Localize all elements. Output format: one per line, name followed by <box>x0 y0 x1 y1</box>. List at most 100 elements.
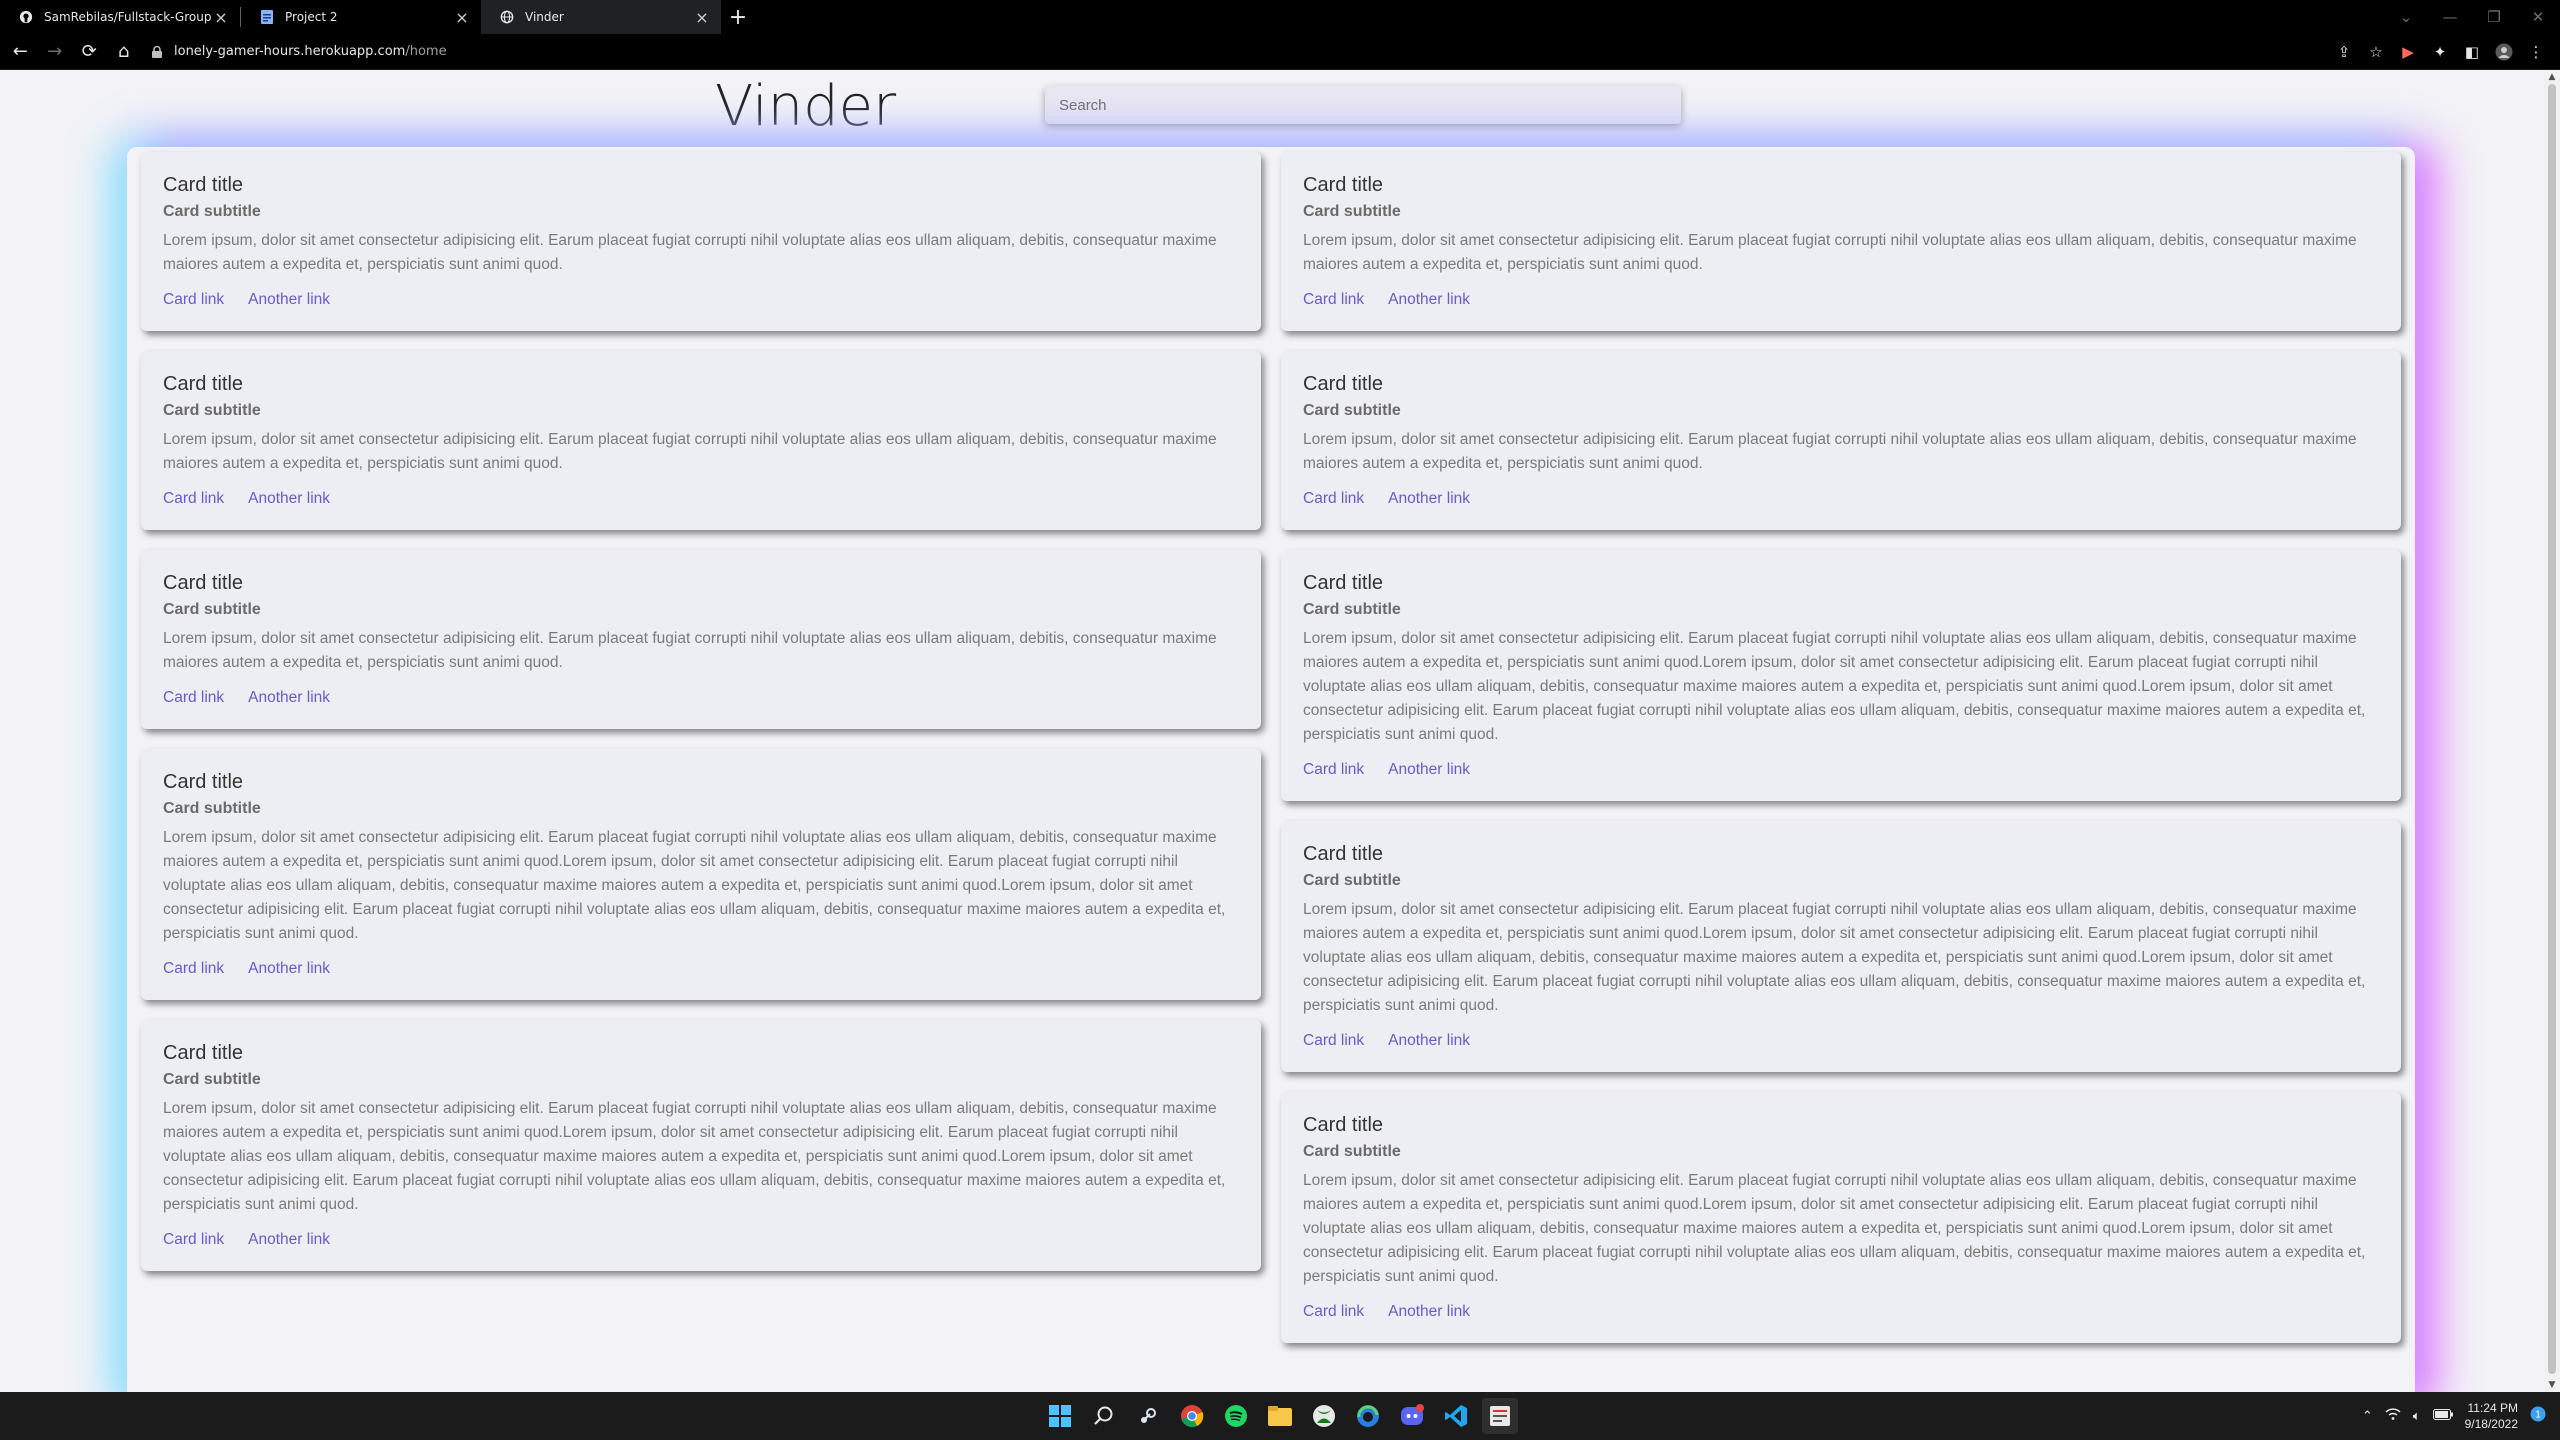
card-links: Card link Another link <box>1303 1303 2379 1321</box>
card-link[interactable]: Card link <box>1303 761 1364 779</box>
battery-icon[interactable] <box>2432 1408 2453 1424</box>
search-icon[interactable] <box>1086 1398 1122 1434</box>
scroll-up-icon[interactable]: ▲ <box>2547 72 2557 82</box>
card-title: Card title <box>163 572 244 594</box>
tab-project-2[interactable]: Project 2 × <box>241 0 481 34</box>
card: Card title Card subtitle Lorem ipsum, do… <box>141 1020 1261 1271</box>
card-column-right: Card title Card subtitle Lorem ipsum, do… <box>1281 152 2401 1392</box>
card-subtitle: Card subtitle <box>1303 402 1401 419</box>
notification-icon[interactable]: 1 <box>2530 1406 2546 1426</box>
share-icon[interactable]: ⇪ <box>2328 36 2360 68</box>
card-subtitle: Card subtitle <box>163 601 261 618</box>
card-link[interactable]: Card link <box>163 689 224 707</box>
system-clock[interactable]: 11:24 PM 9/18/2022 <box>2465 1400 2518 1432</box>
card-link[interactable]: Card link <box>1303 1303 1364 1321</box>
tab-label: Project 2 <box>285 10 338 24</box>
volume-icon[interactable]: 🔈︎ <box>2413 1409 2421 1424</box>
tab-label: Vinder <box>525 10 564 24</box>
side-panel-icon[interactable]: ◧ <box>2456 36 2488 68</box>
card-links: Card link Another link <box>163 960 1239 978</box>
scrollbar-thumb[interactable] <box>2548 84 2556 1374</box>
clock-time: 11:24 PM <box>2467 1401 2518 1415</box>
card-title: Card title <box>1303 1114 1384 1136</box>
close-icon[interactable]: × <box>212 8 230 27</box>
page-scrollbar[interactable]: ▲ ▼ <box>2544 70 2560 1392</box>
another-link[interactable]: Another link <box>1388 1032 1470 1050</box>
file-explorer-icon[interactable] <box>1262 1398 1298 1434</box>
chrome-icon[interactable] <box>1174 1398 1210 1434</box>
restore-icon[interactable]: ❐ <box>2472 0 2516 34</box>
card-title: Card title <box>1303 174 1384 196</box>
another-link[interactable]: Another link <box>248 490 330 508</box>
back-arrow-icon[interactable]: ← <box>6 36 35 68</box>
forward-arrow-icon[interactable]: → <box>41 36 70 68</box>
active-app-icon[interactable] <box>1482 1398 1518 1434</box>
extension-icon[interactable]: ▶ <box>2392 36 2424 68</box>
site-title: Vinder <box>715 74 897 139</box>
another-link[interactable]: Another link <box>248 689 330 707</box>
card: Card title Card subtitle Lorem ipsum, do… <box>1281 821 2401 1072</box>
card-subtitle: Card subtitle <box>1303 203 1401 220</box>
card-link[interactable]: Card link <box>1303 490 1364 508</box>
close-icon[interactable]: × <box>693 8 711 27</box>
reload-icon[interactable]: ⟳ <box>75 36 104 68</box>
chevron-down-icon[interactable]: ⌄ <box>2384 0 2428 34</box>
chevron-up-icon[interactable]: ⌃ <box>2362 1409 2373 1424</box>
docs-icon <box>259 9 275 25</box>
tab-vinder[interactable]: Vinder × <box>481 0 721 34</box>
discord-icon[interactable] <box>1394 1398 1430 1434</box>
minimize-icon[interactable]: — <box>2428 0 2472 34</box>
card-link[interactable]: Card link <box>163 960 224 978</box>
search-input[interactable] <box>1045 86 1681 124</box>
windows-start-icon[interactable] <box>1042 1398 1078 1434</box>
bookmark-star-icon[interactable]: ☆ <box>2360 36 2392 68</box>
another-link[interactable]: Another link <box>248 1231 330 1249</box>
card-subtitle: Card subtitle <box>163 402 261 419</box>
another-link[interactable]: Another link <box>1388 291 1470 309</box>
another-link[interactable]: Another link <box>248 960 330 978</box>
edge-icon[interactable] <box>1350 1398 1386 1434</box>
vscode-icon[interactable] <box>1438 1398 1474 1434</box>
steam-icon[interactable] <box>1130 1398 1166 1434</box>
card-text: Lorem ipsum, dolor sit amet consectetur … <box>1303 431 2357 472</box>
card-column-left: Card title Card subtitle Lorem ipsum, do… <box>141 152 1261 1392</box>
card-link[interactable]: Card link <box>1303 1032 1364 1050</box>
globe-icon <box>499 9 515 25</box>
xbox-icon[interactable] <box>1306 1398 1342 1434</box>
card-text: Lorem ipsum, dolor sit amet consectetur … <box>1303 901 2366 1014</box>
menu-icon[interactable]: ⋮ <box>2520 36 2552 68</box>
card-title: Card title <box>1303 843 1384 865</box>
scroll-down-icon[interactable]: ▼ <box>2547 1380 2557 1390</box>
close-window-icon[interactable]: ✕ <box>2516 0 2560 34</box>
another-link[interactable]: Another link <box>1388 1303 1470 1321</box>
card-links: Card link Another link <box>163 1231 1239 1249</box>
home-icon[interactable]: ⌂ <box>110 36 139 68</box>
avatar[interactable] <box>2488 36 2520 68</box>
card-link[interactable]: Card link <box>163 291 224 309</box>
card: Card title Card subtitle Lorem ipsum, do… <box>1281 152 2401 331</box>
another-link[interactable]: Another link <box>1388 761 1470 779</box>
card-text: Lorem ipsum, dolor sit amet consectetur … <box>163 829 1226 942</box>
card: Card title Card subtitle Lorem ipsum, do… <box>141 351 1261 530</box>
card-link[interactable]: Card link <box>1303 291 1364 309</box>
new-tab-button[interactable]: + <box>721 0 755 34</box>
card-link[interactable]: Card link <box>163 490 224 508</box>
spotify-icon[interactable] <box>1218 1398 1254 1434</box>
tab-github[interactable]: SamRebilas/Fullstack-Group-Proj × <box>0 0 240 34</box>
card-links: Card link Another link <box>1303 761 2379 779</box>
page-content: Vinder Card title Card subtitle Lorem ip… <box>0 70 2560 1392</box>
another-link[interactable]: Another link <box>248 291 330 309</box>
card-title: Card title <box>163 174 244 196</box>
toolbar-icons: ⇪ ☆ ▶ ✦ ◧ ⋮ <box>2328 36 2560 68</box>
card-links: Card link Another link <box>1303 1032 2379 1050</box>
card-title: Card title <box>163 771 244 793</box>
card-link[interactable]: Card link <box>163 1231 224 1249</box>
card-subtitle: Card subtitle <box>1303 1143 1401 1160</box>
browser-tab-strip: SamRebilas/Fullstack-Group-Proj × Projec… <box>0 0 2560 34</box>
address-bar[interactable]: lonely-gamer-hours.herokuapp.com/home <box>148 37 2328 67</box>
puzzle-icon[interactable]: ✦ <box>2424 36 2456 68</box>
another-link[interactable]: Another link <box>1388 490 1470 508</box>
close-icon[interactable]: × <box>453 8 471 27</box>
wifi-icon[interactable] <box>2385 1408 2401 1424</box>
card: Card title Card subtitle Lorem ipsum, do… <box>141 550 1261 729</box>
